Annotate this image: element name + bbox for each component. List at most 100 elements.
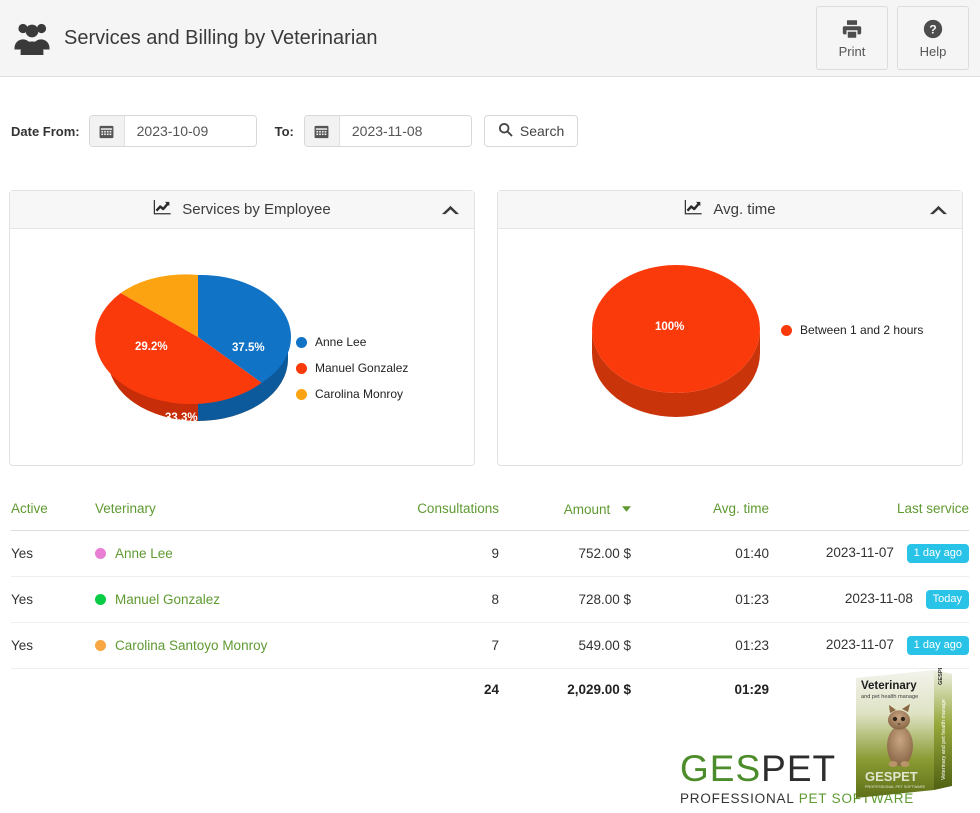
svg-text:Veterinary and pet health mana: Veterinary and pet health manage — [941, 699, 947, 780]
date-to-input[interactable] — [339, 116, 471, 146]
svg-text:GESPET: GESPET — [938, 668, 944, 685]
cell-veterinary: Carolina Santoyo Monroy — [95, 622, 327, 669]
legend-color-swatch — [296, 362, 307, 374]
table-header: Active Veterinary Consultations Amount A… — [11, 500, 969, 531]
cell-active: Yes — [11, 530, 95, 577]
gespet-logo: GESPET PROFESSIONAL PET SOFTWARE Veterin… — [676, 662, 976, 813]
legend-item[interactable]: Carolina Monroy — [296, 381, 408, 407]
logo-ges-text: GES — [680, 748, 762, 789]
svg-text:?: ? — [929, 22, 937, 36]
cell-amount: 549.00 $ — [499, 622, 649, 669]
search-icon — [498, 122, 513, 140]
search-button-label: Search — [519, 123, 565, 139]
legend-item[interactable]: Between 1 and 2 hours — [781, 317, 923, 343]
chart-line-icon — [153, 199, 172, 220]
panel-services-by-employee: Services by Employee 37.5% 33.3% 29.2% A… — [9, 190, 475, 466]
users-group-icon — [12, 18, 52, 58]
status-badge: 1 day ago — [906, 544, 969, 563]
cell-avg-time: 01:23 — [649, 576, 769, 623]
table-row[interactable]: Yes Carolina Santoyo Monroy 7 549.00 $ 0… — [11, 622, 969, 669]
chart-line-icon — [684, 199, 703, 220]
logo-tagline-professional: PROFESSIONAL — [680, 791, 799, 806]
cell-totals-empty — [95, 669, 327, 711]
chevron-up-icon[interactable] — [929, 204, 948, 216]
date-from-group — [88, 115, 257, 147]
legend-label: Manuel Gonzalez — [315, 361, 409, 375]
column-header-last-service[interactable]: Last service — [769, 500, 969, 531]
pie-slice-label: 33.3% — [165, 412, 198, 424]
panel-title-group: Services by Employee — [153, 199, 331, 220]
cell-totals-empty — [11, 669, 95, 711]
column-header-amount[interactable]: Amount — [499, 500, 649, 531]
cell-active: Yes — [11, 576, 95, 623]
page-header: Services and Billing by Veterinarian Pri… — [0, 0, 980, 77]
chart-legend: Anne Lee Manuel Gonzalez Carolina Monroy — [296, 329, 408, 407]
cell-avg-time: 01:40 — [649, 530, 769, 577]
panel-body: 100% Between 1 and 2 hours — [498, 229, 962, 465]
calendar-icon[interactable] — [304, 116, 340, 146]
cell-consultations: 9 — [327, 530, 499, 577]
panel-header: Avg. time — [498, 191, 962, 229]
panel-header: Services by Employee — [10, 191, 474, 229]
help-button[interactable]: ? Help — [897, 6, 969, 70]
date-from-input[interactable] — [124, 116, 256, 146]
cell-amount: 752.00 $ — [499, 530, 649, 577]
header-actions: Print ? Help — [816, 6, 969, 70]
pie-slice-label: 100% — [655, 321, 685, 333]
legend-item[interactable]: Anne Lee — [296, 329, 408, 355]
veterinary-color-dot — [95, 640, 106, 651]
column-header-consultations[interactable]: Consultations — [327, 500, 499, 531]
cell-consultations: 8 — [327, 576, 499, 623]
legend-color-swatch — [296, 336, 307, 348]
date-to-group — [303, 115, 472, 147]
panel-title: Avg. time — [713, 201, 776, 218]
veterinary-link[interactable]: Anne Lee — [115, 546, 173, 561]
column-header-veterinary[interactable]: Veterinary — [95, 500, 327, 531]
last-service-date: 2023-11-07 — [825, 545, 894, 560]
column-header-active[interactable]: Active — [11, 500, 95, 531]
svg-text:GESPET: GESPET — [865, 769, 918, 784]
veterinary-link[interactable]: Carolina Santoyo Monroy — [115, 638, 267, 653]
last-service-date: 2023-11-07 — [825, 637, 894, 652]
veterinary-link[interactable]: Manuel Gonzalez — [115, 592, 220, 607]
sort-descending-icon — [622, 500, 631, 515]
date-filter-bar: Date From: To: — [0, 110, 980, 152]
cell-last-service: 2023-11-07 1 day ago — [769, 622, 969, 669]
panel-body: 37.5% 33.3% 29.2% Anne Lee Manuel Gonzal… — [10, 229, 474, 465]
search-button[interactable]: Search — [483, 115, 579, 147]
status-badge: 1 day ago — [906, 636, 969, 655]
print-button[interactable]: Print — [816, 6, 888, 70]
cell-consultations: 7 — [327, 622, 499, 669]
cell-veterinary: Manuel Gonzalez — [95, 576, 327, 623]
legend-label: Between 1 and 2 hours — [800, 323, 924, 337]
cell-active: Yes — [11, 622, 95, 669]
print-button-label: Print — [838, 43, 866, 59]
chevron-up-icon[interactable] — [441, 204, 460, 216]
logo-pet-text: PET — [761, 748, 837, 789]
charts-row: Services by Employee 37.5% 33.3% 29.2% A… — [9, 190, 971, 466]
question-circle-icon: ? — [922, 18, 944, 40]
table-header-row: Active Veterinary Consultations Amount A… — [11, 500, 969, 531]
product-box-image: Veterinary and pet health manage GESPET … — [852, 662, 962, 806]
table-row[interactable]: Yes Manuel Gonzalez 8 728.00 $ 01:23 202… — [11, 576, 969, 623]
column-header-amount-label: Amount — [563, 502, 611, 517]
panel-avg-time: Avg. time 100% Between 1 and 2 hours — [497, 190, 963, 466]
cell-last-service: 2023-11-07 1 day ago — [769, 530, 969, 577]
table-row[interactable]: Yes Anne Lee 9 752.00 $ 01:40 2023-11-07… — [11, 530, 969, 577]
page-header-left: Services and Billing by Veterinarian — [12, 18, 378, 58]
printer-icon — [841, 18, 863, 40]
pie-slice-label: 29.2% — [135, 341, 168, 353]
page-title: Services and Billing by Veterinarian — [64, 26, 378, 49]
chart-legend: Between 1 and 2 hours — [781, 317, 923, 343]
pie-slice-label: 37.5% — [232, 342, 265, 354]
svg-text:Veterinary: Veterinary — [861, 680, 917, 692]
status-badge: Today — [925, 590, 969, 609]
column-header-avg-time[interactable]: Avg. time — [649, 500, 769, 531]
cell-total-amount: 2,029.00 $ — [567, 682, 631, 697]
calendar-icon[interactable] — [89, 116, 125, 146]
cell-total-consultations: 24 — [483, 682, 499, 697]
help-button-label: Help — [919, 43, 947, 59]
veterinary-color-dot — [95, 594, 106, 605]
cell-amount: 728.00 $ — [499, 576, 649, 623]
legend-item[interactable]: Manuel Gonzalez — [296, 355, 408, 381]
